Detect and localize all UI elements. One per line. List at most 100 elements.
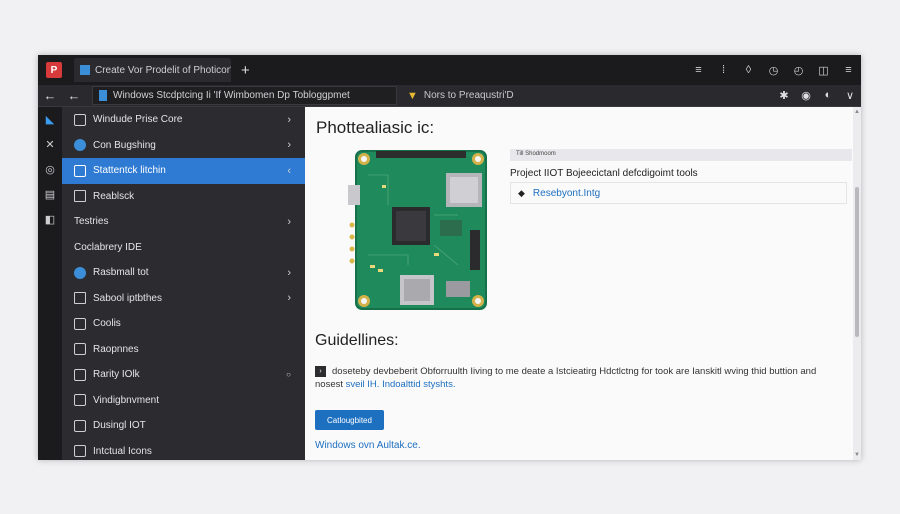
hamburger-icon[interactable]: ≡ bbox=[836, 64, 861, 77]
shield-icon[interactable]: ◊ bbox=[736, 64, 761, 77]
sidebar-item-active[interactable]: Stattentck litchin ‹ bbox=[62, 158, 305, 184]
close-icon[interactable]: ✕ bbox=[38, 132, 62, 157]
resource-link-row[interactable]: ◆ Resebyont.Intg bbox=[510, 182, 847, 204]
sidebar-item-label: Coolis bbox=[93, 318, 121, 330]
sidebar-item-label: Reablsck bbox=[93, 190, 135, 202]
clock-icon[interactable]: ◷ bbox=[761, 64, 786, 77]
sidebar-item-label: Con Bugshing bbox=[93, 139, 156, 151]
main-content: Phottealiasic ic: Till Shodmoom Project … bbox=[305, 107, 853, 460]
title-controls: ≡ ⁞ ◊ ◷ ◴ ◫ ≡ bbox=[686, 64, 861, 77]
scroll-thumb[interactable] bbox=[855, 187, 859, 337]
page-icon bbox=[99, 90, 107, 101]
book-icon[interactable]: ◧ bbox=[38, 207, 62, 232]
secondary-tab[interactable]: ▼ Nors to Preaqustri'D bbox=[407, 90, 514, 102]
panel-header: Till Shodmoom bbox=[510, 149, 852, 161]
explorer-icon[interactable]: ◣ bbox=[38, 107, 62, 132]
guidelines-heading: Guidellines: bbox=[315, 332, 399, 349]
sidebar-item[interactable]: Con Bugshing › bbox=[62, 133, 305, 159]
new-tab-icon[interactable]: + bbox=[241, 62, 250, 79]
chevron-right-icon: › bbox=[287, 139, 291, 152]
sidebar-item[interactable]: Raopnnes bbox=[62, 337, 305, 363]
chevron-right-icon: › bbox=[287, 292, 291, 305]
sidebar-item[interactable]: Testries › bbox=[62, 209, 305, 235]
nav-bar: ← ← Windows Stcdptcing Ii 'If Wimbomen D… bbox=[38, 85, 861, 107]
shield-icon: ▼ bbox=[407, 89, 418, 102]
globe-icon bbox=[74, 266, 86, 279]
sidebar-item-label: Windude Prise Core bbox=[93, 114, 183, 126]
smiley-icon[interactable]: ◉ bbox=[795, 89, 817, 102]
tab-favicon-icon bbox=[80, 65, 90, 75]
theme-icon[interactable]: ◐ bbox=[817, 89, 839, 102]
folder-icon bbox=[74, 164, 86, 177]
address-bar[interactable]: Windows Stcdptcing Ii 'If Wimbomen Dp To… bbox=[92, 86, 397, 105]
sidebar-item-label: Sabool iptbthes bbox=[93, 292, 162, 304]
chevron-right-icon: › bbox=[287, 113, 291, 126]
bug-icon bbox=[74, 139, 86, 152]
sidebar-item-label: Vindigbnvment bbox=[93, 394, 159, 406]
sidebar-item-label: Coclabrery IDE bbox=[74, 241, 142, 253]
back-secondary-icon[interactable]: ← bbox=[62, 88, 86, 103]
more-icon[interactable]: ⁞ bbox=[711, 64, 736, 77]
app-window: P Create Vor Prodelit of Photicor's × + … bbox=[38, 55, 861, 460]
sidebar-item[interactable]: Intctual Icons bbox=[62, 439, 305, 461]
browser-tab[interactable]: Create Vor Prodelit of Photicor's × bbox=[74, 58, 231, 82]
info-icon: › bbox=[315, 365, 326, 377]
sidebar-item-label: Dusingl IOT bbox=[93, 420, 146, 432]
camera-icon[interactable]: ◫ bbox=[811, 64, 836, 77]
sidebar-item[interactable]: Coclabrery IDE bbox=[62, 235, 305, 261]
sidebar-item[interactable]: Coolis bbox=[62, 311, 305, 337]
panel-description: Project IIOT Bojeecictanl defcdigoimt to… bbox=[510, 168, 698, 179]
response-icon bbox=[74, 343, 86, 356]
sidebar-item[interactable]: Rarity IOlk ○ bbox=[62, 362, 305, 388]
raspberry-pi-board-image bbox=[348, 150, 487, 310]
sidebar-item[interactable]: Vindigbnvment bbox=[62, 388, 305, 414]
guidelines-text: › doseteby devbeberit Obforruulth Iiving … bbox=[315, 365, 845, 391]
secondary-tab-label: Nors to Preaqustri'D bbox=[423, 90, 514, 101]
sidebar-item-label: Rarity IOlk bbox=[93, 369, 140, 381]
menu-icon[interactable]: ≡ bbox=[686, 64, 711, 77]
address-text: Windows Stcdptcing Ii 'If Wimbomen Dp To… bbox=[113, 90, 350, 101]
target-icon[interactable]: ◎ bbox=[38, 157, 62, 182]
sidebar: Windude Prise Core › Con Bugshing › Stat… bbox=[62, 107, 305, 460]
icons-icon bbox=[74, 445, 86, 458]
title-bar: P Create Vor Prodelit of Photicor's × + … bbox=[38, 55, 861, 85]
guidelines-link[interactable]: sveil IH. Indoalttid styshts. bbox=[346, 379, 456, 390]
chevron-right-icon: › bbox=[287, 266, 291, 279]
folder-icon bbox=[74, 190, 86, 203]
sidebar-item-label: Raopnnes bbox=[93, 343, 139, 355]
nav-controls: ✱ ◉ ◐ ∨ bbox=[773, 89, 861, 102]
extensions-icon[interactable]: ✱ bbox=[773, 89, 795, 102]
sidebar-item[interactable]: Windude Prise Core › bbox=[62, 107, 305, 133]
radio-icon: ○ bbox=[286, 370, 291, 380]
list-icon[interactable]: ▤ bbox=[38, 182, 62, 207]
diamond-icon: ◆ bbox=[518, 187, 525, 198]
vertical-scrollbar[interactable]: ▲ ▼ bbox=[853, 107, 861, 460]
tab-title: Create Vor Prodelit of Photicor's bbox=[95, 64, 231, 76]
sidebar-item-label: Testries bbox=[74, 216, 109, 228]
timer-icon[interactable]: ◴ bbox=[786, 64, 811, 77]
env-icon bbox=[74, 394, 86, 407]
scroll-down-icon[interactable]: ▼ bbox=[853, 452, 861, 458]
device-icon bbox=[74, 419, 86, 432]
folder-icon bbox=[74, 292, 86, 305]
sidebar-item[interactable]: Rasbmall tot › bbox=[62, 260, 305, 286]
resource-link[interactable]: Resebyont.Intg bbox=[533, 188, 600, 199]
primary-action-button[interactable]: Catlougbited bbox=[315, 410, 384, 430]
chart-icon bbox=[74, 368, 86, 381]
sidebar-item-label: Rasbmall tot bbox=[93, 267, 149, 279]
page-title: Phottealiasic ic: bbox=[316, 118, 435, 137]
back-icon[interactable]: ← bbox=[38, 88, 62, 103]
sidebar-item[interactable]: Sabool iptbthes › bbox=[62, 286, 305, 312]
sidebar-item-label: Intctual Icons bbox=[93, 445, 152, 457]
windows-link[interactable]: Windows ovn Aultak.ce. bbox=[315, 440, 421, 451]
sidebar-item[interactable]: Dusingl IOT bbox=[62, 413, 305, 439]
window-icon bbox=[74, 113, 86, 126]
sidebar-item-label: Stattentck litchin bbox=[93, 165, 166, 177]
activity-rail: ◣ ✕ ◎ ▤ ◧ bbox=[38, 107, 62, 460]
scroll-up-icon[interactable]: ▲ bbox=[853, 109, 861, 115]
chevron-left-icon: ‹ bbox=[287, 164, 291, 177]
app-logo-icon: P bbox=[46, 62, 62, 78]
chevron-down-icon[interactable]: ∨ bbox=[839, 89, 861, 102]
tools-icon bbox=[74, 317, 86, 330]
sidebar-item[interactable]: Reablsck bbox=[62, 184, 305, 210]
